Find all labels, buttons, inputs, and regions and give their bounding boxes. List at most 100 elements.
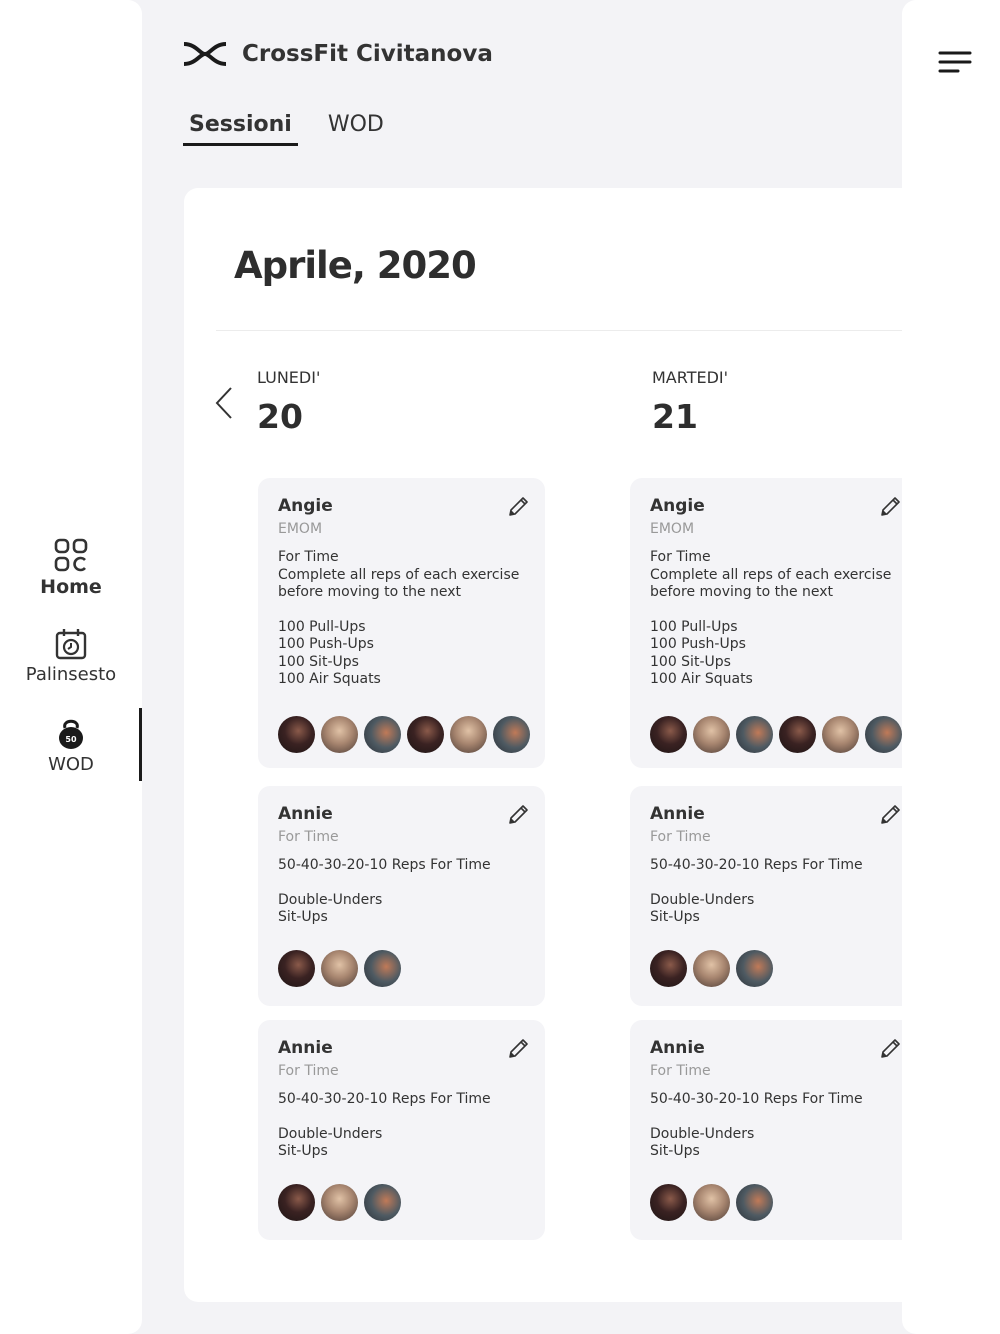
- session-exercise: 100 Sit-Ups: [278, 653, 359, 670]
- pencil-icon[interactable]: [879, 802, 903, 826]
- session-exercise: 100 Pull-Ups: [650, 618, 738, 635]
- avatar[interactable]: [865, 716, 902, 753]
- avatar[interactable]: [650, 1184, 687, 1221]
- avatar[interactable]: [650, 716, 687, 753]
- session-type: For Time: [650, 829, 711, 845]
- session-exercise: 100 Sit-Ups: [650, 653, 731, 670]
- nav-label-palinsesto: Palinsesto: [25, 664, 117, 685]
- left-sidebar: Home Palinsesto 50 WOD: [0, 0, 142, 1334]
- session-desc: For Time: [278, 549, 339, 565]
- session-exercise: Double-Unders: [650, 891, 755, 908]
- hamburger-menu-icon[interactable]: [938, 50, 972, 74]
- divider: [216, 330, 924, 331]
- session-type: For Time: [278, 1063, 339, 1079]
- session-type: EMOM: [650, 521, 695, 537]
- session-card[interactable]: Angie EMOM For Time Complete all reps of…: [258, 478, 545, 768]
- pencil-icon[interactable]: [507, 1036, 531, 1060]
- session-type: For Time: [278, 829, 339, 845]
- day-name: MARTEDI': [652, 368, 729, 387]
- session-desc: before moving to the next: [650, 584, 834, 600]
- avatar[interactable]: [450, 716, 487, 753]
- session-exercise: Double-Unders: [278, 891, 383, 908]
- session-exercise: 100 Pull-Ups: [278, 618, 366, 635]
- nav-item-home[interactable]: Home: [0, 538, 142, 598]
- session-desc: For Time: [650, 549, 711, 565]
- participants: [278, 1184, 407, 1221]
- session-desc: before moving to the next: [278, 584, 462, 600]
- session-desc: 50-40-30-20-10 Reps For Time: [278, 1091, 491, 1107]
- avatar[interactable]: [736, 716, 773, 753]
- nav-item-palinsesto[interactable]: Palinsesto: [0, 628, 142, 685]
- pencil-icon[interactable]: [507, 494, 531, 518]
- session-exercise: 100 Push-Ups: [650, 636, 746, 652]
- kettlebell-icon: 50: [59, 719, 83, 749]
- session-title: Annie: [278, 1038, 333, 1058]
- session-desc: 50-40-30-20-10 Reps For Time: [650, 1091, 863, 1107]
- avatar[interactable]: [321, 716, 358, 753]
- session-desc: Complete all reps of each exercise: [278, 566, 520, 583]
- session-desc: Complete all reps of each exercise: [650, 566, 892, 583]
- tab-sessioni[interactable]: Sessioni: [183, 112, 298, 146]
- tab-wod[interactable]: WOD: [322, 112, 390, 146]
- grid-icon: [54, 538, 88, 572]
- participants: [650, 1184, 779, 1221]
- avatar[interactable]: [736, 950, 773, 987]
- avatar[interactable]: [693, 716, 730, 753]
- avatar[interactable]: [321, 1184, 358, 1221]
- avatar[interactable]: [779, 716, 816, 753]
- avatar[interactable]: [364, 716, 401, 753]
- session-exercise: 100 Air Squats: [278, 671, 381, 687]
- session-title: Angie: [650, 496, 705, 516]
- month-title: Aprile, 2020: [234, 244, 477, 287]
- nav-label-home: Home: [40, 576, 102, 598]
- session-card[interactable]: Annie For Time 50-40-30-20-10 Reps For T…: [258, 1020, 545, 1240]
- avatar[interactable]: [650, 950, 687, 987]
- session-title: Annie: [650, 804, 705, 824]
- avatar[interactable]: [364, 1184, 401, 1221]
- chevron-left-icon[interactable]: [214, 386, 234, 420]
- session-type: For Time: [650, 1063, 711, 1079]
- avatar[interactable]: [321, 950, 358, 987]
- crossfit-logo-icon: [183, 42, 227, 66]
- pencil-icon[interactable]: [507, 802, 531, 826]
- wod-badge: 50: [65, 735, 77, 744]
- avatar[interactable]: [693, 950, 730, 987]
- session-desc: 50-40-30-20-10 Reps For Time: [278, 857, 491, 873]
- pencil-icon[interactable]: [879, 494, 903, 518]
- session-exercise: Sit-Ups: [650, 1143, 700, 1159]
- avatar[interactable]: [407, 716, 444, 753]
- participants: [278, 950, 407, 987]
- session-exercise: Sit-Ups: [650, 909, 700, 925]
- tab-bar: Sessioni WOD: [183, 112, 390, 146]
- session-exercise: Double-Unders: [650, 1125, 755, 1142]
- day-header-tuesday: MARTEDI' 21: [652, 368, 728, 436]
- avatar[interactable]: [822, 716, 859, 753]
- avatar[interactable]: [693, 1184, 730, 1221]
- pencil-icon[interactable]: [879, 1036, 903, 1060]
- avatar[interactable]: [278, 716, 315, 753]
- session-card[interactable]: Angie EMOM For Time Complete all reps of…: [630, 478, 917, 768]
- day-name: LUNEDI': [257, 368, 321, 387]
- avatar[interactable]: [278, 1184, 315, 1221]
- day-number: 21: [652, 397, 698, 436]
- session-card[interactable]: Annie For Time 50-40-30-20-10 Reps For T…: [258, 786, 545, 1006]
- session-exercise: 100 Air Squats: [650, 671, 753, 687]
- calendar-card: Aprile, 2020 LUNEDI' 20 MARTEDI' 21 Angi…: [184, 188, 924, 1302]
- session-card[interactable]: Annie For Time 50-40-30-20-10 Reps For T…: [630, 786, 917, 1006]
- avatar[interactable]: [493, 716, 530, 753]
- brand-name: CrossFit Civitanova: [242, 41, 493, 67]
- participants: [278, 716, 536, 753]
- avatar[interactable]: [364, 950, 401, 987]
- session-desc: 50-40-30-20-10 Reps For Time: [650, 857, 863, 873]
- calendar-clock-icon: [55, 629, 87, 660]
- session-title: Annie: [278, 804, 333, 824]
- session-card[interactable]: Annie For Time 50-40-30-20-10 Reps For T…: [630, 1020, 917, 1240]
- avatar[interactable]: [278, 950, 315, 987]
- day-number: 20: [257, 397, 303, 436]
- session-exercise: 100 Push-Ups: [278, 636, 374, 652]
- nav-item-wod[interactable]: 50 WOD: [0, 716, 142, 775]
- nav-active-indicator: [139, 708, 142, 781]
- participants: [650, 950, 779, 987]
- avatar[interactable]: [736, 1184, 773, 1221]
- session-exercise: Sit-Ups: [278, 909, 328, 925]
